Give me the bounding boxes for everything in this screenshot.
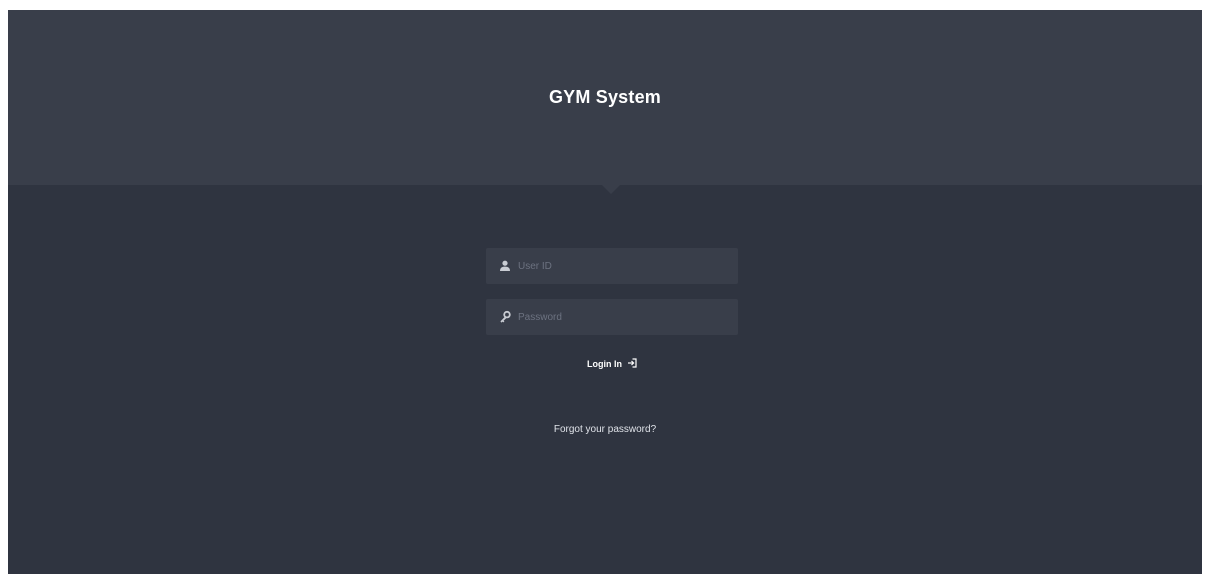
login-page: GYM System Login In <box>8 10 1202 574</box>
login-button[interactable]: Login In <box>562 354 662 374</box>
user-id-input[interactable] <box>518 248 732 284</box>
user-icon <box>498 259 512 273</box>
header-notch <box>602 185 620 194</box>
key-icon <box>498 310 512 324</box>
app-title: GYM System <box>548 87 662 107</box>
password-input[interactable] <box>518 299 732 335</box>
login-button-label: Login In <box>587 359 622 369</box>
user-id-field[interactable] <box>486 248 738 284</box>
forgot-password-row: Forgot your password? <box>8 424 1202 435</box>
sign-in-icon <box>627 358 637 370</box>
header-banner: GYM System <box>8 10 1202 185</box>
password-field[interactable] <box>486 299 738 335</box>
forgot-password-link[interactable]: Forgot your password? <box>554 424 656 435</box>
